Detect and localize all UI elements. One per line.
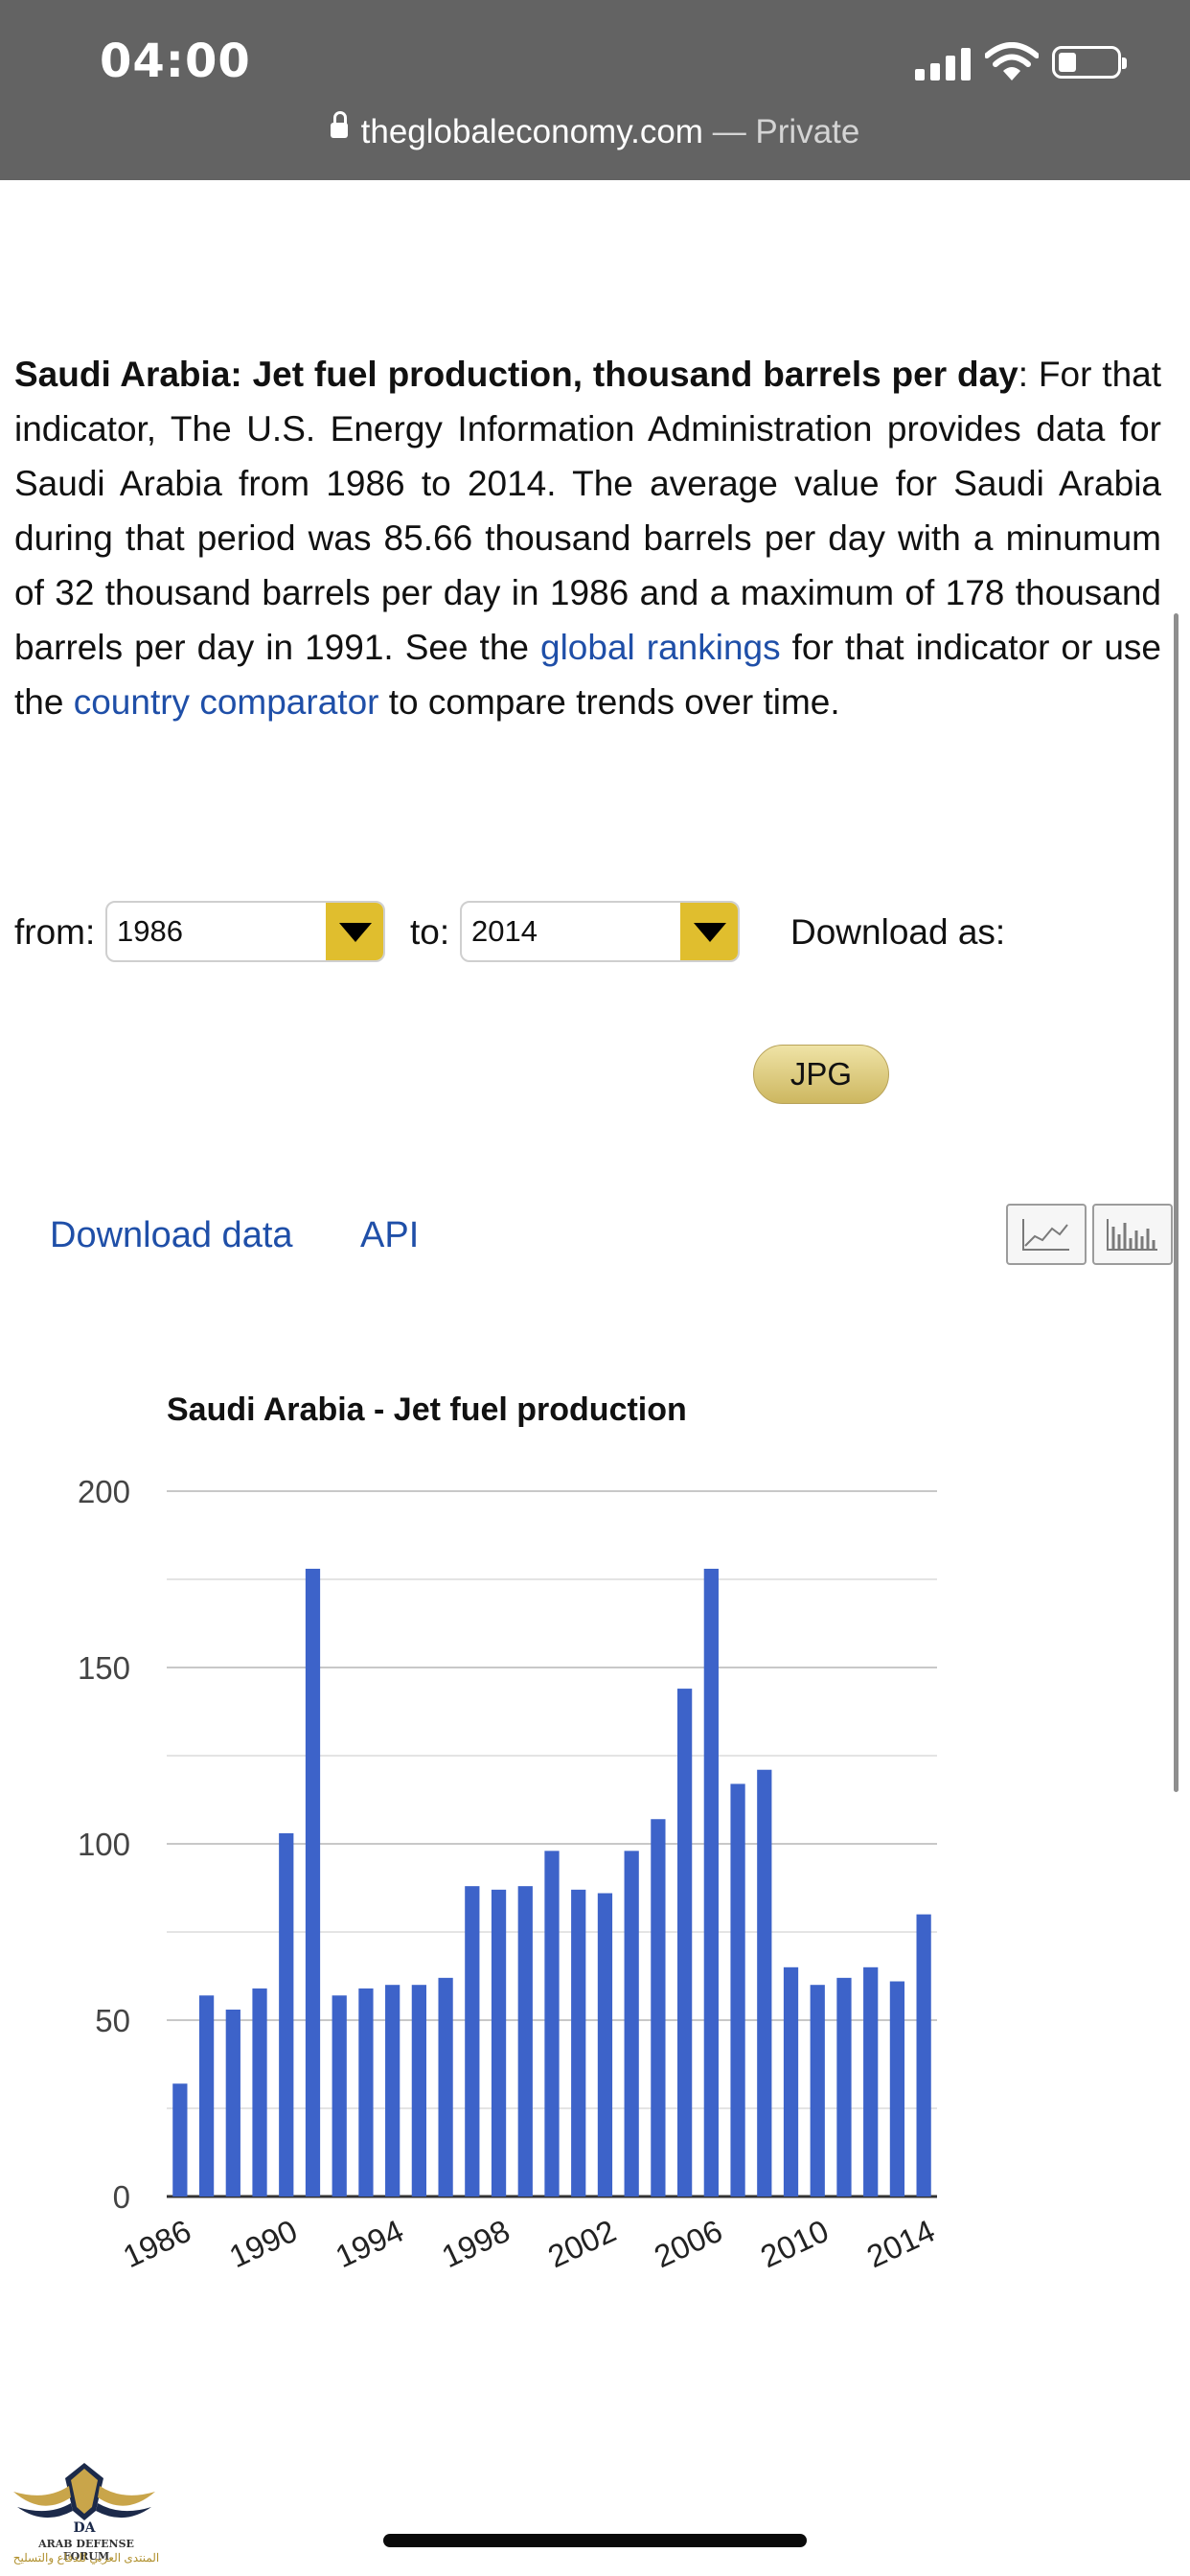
forum-watermark-logo: DA ARAB DEFENSE FORUM المنتدى العربي للد… bbox=[8, 2453, 161, 2570]
from-year-value: 1986 bbox=[117, 914, 183, 948]
svg-text:DA: DA bbox=[73, 2520, 96, 2536]
bar-1986 bbox=[172, 2083, 188, 2196]
chevron-down-icon[interactable] bbox=[680, 903, 738, 960]
bar-1999 bbox=[517, 1886, 533, 2196]
api-link[interactable]: API bbox=[360, 1215, 419, 1256]
x-tick-label: 2002 bbox=[542, 2213, 621, 2275]
to-year-value: 2014 bbox=[471, 914, 538, 948]
bar-1995 bbox=[411, 1985, 427, 2196]
to-label: to: bbox=[410, 912, 450, 952]
url-separator: — bbox=[702, 113, 756, 150]
from-year-select[interactable]: 1986 bbox=[105, 901, 385, 962]
url-domain: theglobaleconomy.com bbox=[360, 113, 703, 150]
x-tick-label: 1986 bbox=[118, 2213, 196, 2275]
bar-1987 bbox=[198, 1995, 215, 2196]
y-tick-label: 50 bbox=[95, 2003, 130, 2038]
chart-title: Saudi Arabia - Jet fuel production bbox=[167, 1392, 687, 1428]
indicator-description: Saudi Arabia: Jet fuel production, thous… bbox=[14, 347, 1161, 729]
x-tick-label: 1990 bbox=[224, 2213, 303, 2275]
bar-1991 bbox=[305, 1568, 321, 2196]
from-label: from: bbox=[14, 912, 96, 952]
x-tick-label: 2006 bbox=[649, 2213, 727, 2275]
bar-2010 bbox=[810, 1985, 825, 2196]
winged-emblem-icon: DA bbox=[13, 2463, 155, 2536]
bar-2004 bbox=[651, 1819, 666, 2196]
jet-fuel-bar-chart: Saudi Arabia - Jet fuel production 0 50 10… bbox=[78, 1392, 940, 2275]
private-label: Private bbox=[755, 113, 860, 150]
download-jpg-button[interactable]: JPG bbox=[753, 1045, 889, 1104]
bar-2009 bbox=[783, 1966, 799, 2196]
bar-2005 bbox=[676, 1689, 693, 2196]
bar-chart-icon bbox=[1107, 1219, 1157, 1251]
home-indicator[interactable] bbox=[383, 2534, 807, 2547]
bar-2012 bbox=[863, 1966, 879, 2196]
bar-1996 bbox=[438, 1977, 453, 2196]
bar-chart-toggle[interactable] bbox=[1092, 1204, 1173, 1265]
download-as-label: Download as: bbox=[790, 912, 1006, 952]
global-rankings-link[interactable]: global rankings bbox=[540, 628, 781, 667]
bar-2003 bbox=[624, 1851, 639, 2196]
country-comparator-link[interactable]: country comparator bbox=[74, 682, 379, 722]
y-tick-label: 100 bbox=[78, 1827, 130, 1862]
bar-2001 bbox=[571, 1889, 586, 2196]
bar-1988 bbox=[225, 2009, 240, 2196]
cellular-signal-icon bbox=[915, 48, 971, 80]
bar-1992 bbox=[332, 1995, 347, 2196]
bar-1994 bbox=[385, 1985, 400, 2196]
line-chart-icon bbox=[1022, 1219, 1069, 1251]
chevron-down-icon[interactable] bbox=[326, 903, 383, 960]
bar-2013 bbox=[889, 1981, 905, 2196]
lock-icon bbox=[330, 110, 348, 138]
bar-1990 bbox=[279, 1832, 294, 2196]
description-text-1: For that indicator, The U.S. Energy Info… bbox=[14, 355, 1162, 667]
y-tick-label: 0 bbox=[113, 2179, 130, 2215]
battery-icon bbox=[1052, 46, 1127, 79]
bar-2008 bbox=[757, 1769, 772, 2196]
to-year-select[interactable]: 2014 bbox=[460, 901, 740, 962]
bar-2014 bbox=[916, 1914, 931, 2196]
browser-top-bar: 04:00 theglobaleconomy.com — Private bbox=[0, 0, 1190, 180]
bar-2000 bbox=[544, 1851, 560, 2196]
wifi-icon bbox=[985, 42, 1039, 80]
bar-2011 bbox=[836, 1977, 852, 2196]
bar-2006 bbox=[703, 1568, 719, 2196]
watermark-text-ar: المنتدى العربي للدفاع والتسليح bbox=[12, 2551, 160, 2564]
x-tick-label: 2014 bbox=[861, 2213, 940, 2275]
bar-1993 bbox=[358, 1988, 374, 2196]
y-tick-label: 200 bbox=[78, 1474, 130, 1509]
status-time: 04:00 bbox=[100, 34, 251, 88]
address-bar[interactable]: theglobaleconomy.com — Private bbox=[0, 110, 1190, 151]
bar-1998 bbox=[491, 1889, 507, 2196]
y-tick-label: 150 bbox=[78, 1650, 130, 1686]
bar-2007 bbox=[730, 1783, 745, 2196]
bar-1989 bbox=[252, 1988, 267, 2196]
heading-colon: : bbox=[1018, 355, 1029, 394]
download-data-link[interactable]: Download data bbox=[50, 1215, 293, 1256]
indicator-heading: Saudi Arabia: Jet fuel production, thous… bbox=[14, 355, 1018, 394]
description-text-3: to compare trends over time. bbox=[378, 682, 840, 722]
line-chart-toggle[interactable] bbox=[1006, 1204, 1087, 1265]
x-tick-label: 1998 bbox=[436, 2213, 515, 2275]
bar-2002 bbox=[597, 1893, 613, 2196]
x-tick-label: 2010 bbox=[755, 2213, 834, 2275]
page-scrollbar[interactable] bbox=[1174, 613, 1179, 1792]
x-tick-label: 1994 bbox=[330, 2213, 408, 2275]
bar-1997 bbox=[465, 1886, 480, 2196]
